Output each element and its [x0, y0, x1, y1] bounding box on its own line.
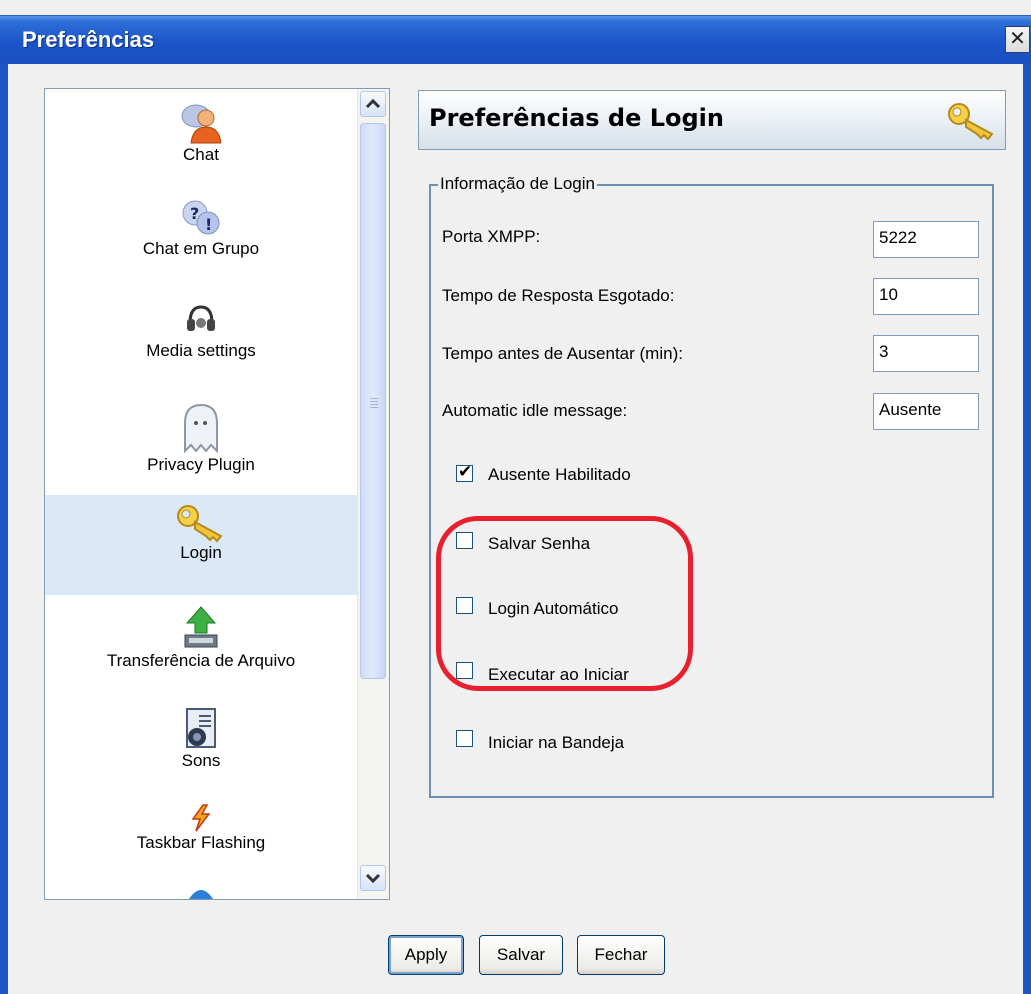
chat-icon — [181, 104, 222, 144]
nav-item-label: Chat em Grupo — [142, 239, 260, 258]
highlight-annotation — [436, 516, 693, 691]
nav-item-label: Taskbar Flashing — [136, 833, 266, 852]
start-in-tray-label[interactable]: Iniciar na Bandeja — [488, 733, 624, 753]
preferences-nav: Chat ? ! Chat em Grupo Media settings Pr… — [44, 88, 390, 900]
nav-item-label: Transferência de Arquivo — [106, 651, 296, 670]
xmpp-port-field[interactable]: 5222 — [873, 221, 979, 258]
lightning-icon — [191, 804, 211, 832]
window-frame-right — [1023, 63, 1031, 994]
nav-item-sounds[interactable]: Sons — [45, 707, 357, 797]
nav-item-taskbar-flashing[interactable]: Taskbar Flashing — [45, 803, 357, 883]
section-title: Preferências de Login — [429, 104, 724, 132]
thumb-grip — [370, 404, 378, 405]
away-enabled-checkbox[interactable]: ✔ — [456, 462, 473, 482]
xmpp-port-label: Porta XMPP: — [442, 227, 541, 246]
nav-item-label: Privacy Plugin — [147, 455, 255, 474]
thumb-grip — [370, 401, 378, 402]
nav-item-login[interactable]: Login — [45, 495, 357, 595]
window-frame-left — [0, 63, 8, 994]
group-chat-icon: ? ! — [182, 200, 220, 235]
ghost-icon — [184, 403, 218, 454]
scroll-thumb[interactable] — [360, 123, 386, 679]
idle-time-label: Tempo antes de Ausentar (min): — [442, 344, 683, 363]
key-icon — [948, 103, 994, 141]
close-window-button[interactable]: ✕ — [1005, 26, 1030, 53]
chevron-down-icon — [365, 873, 381, 884]
thumb-grip — [370, 398, 378, 399]
scroll-up-button[interactable] — [360, 91, 386, 117]
nav-item-label: Media settings — [146, 341, 256, 360]
svg-text:!: ! — [205, 215, 212, 234]
checkmark-icon: ✔ — [458, 462, 473, 481]
login-info-legend: Informação de Login — [438, 174, 597, 194]
response-timeout-field[interactable]: 10 — [873, 278, 979, 315]
idle-message-label: Automatic idle message: — [442, 401, 628, 420]
nav-item-group-chat[interactable]: ? ! Chat em Grupo — [45, 197, 357, 289]
login-info-group — [429, 184, 994, 798]
nav-item-media-settings[interactable]: Media settings — [45, 301, 357, 391]
nav-scrollbar[interactable] — [357, 89, 389, 899]
sound-icon — [186, 708, 216, 748]
title-bar[interactable]: Preferências ✕ — [0, 15, 1031, 64]
chevron-up-icon — [365, 98, 381, 109]
window-title: Preferências — [22, 27, 155, 52]
headset-icon — [187, 305, 215, 331]
idle-time-field[interactable]: 3 — [873, 335, 979, 372]
nav-item-label: Login — [180, 543, 222, 562]
section-header: Preferências de Login — [418, 90, 1006, 150]
nav-item-file-transfer[interactable]: Transferência de Arquivo — [45, 605, 357, 697]
response-timeout-label: Tempo de Resposta Esgotado: — [442, 286, 675, 305]
thumb-grip — [370, 407, 378, 408]
more-items-icon — [189, 890, 213, 899]
idle-message-field[interactable]: Ausente — [873, 393, 979, 430]
file-transfer-icon — [184, 606, 218, 648]
scroll-down-button[interactable] — [360, 865, 386, 891]
close-icon: ✕ — [1009, 28, 1026, 50]
away-enabled-label[interactable]: Ausente Habilitado — [488, 465, 631, 485]
apply-button[interactable]: Apply — [388, 935, 464, 975]
nav-item-label: Sons — [181, 751, 221, 770]
nav-item-privacy-plugin[interactable]: Privacy Plugin — [45, 401, 357, 493]
close-button[interactable]: Fechar — [577, 935, 665, 975]
preferences-window: Preferências ✕ Chat ? ! Chat em Grupo Me… — [0, 0, 1031, 994]
key-icon — [177, 505, 223, 543]
nav-item-chat[interactable]: Chat — [45, 99, 357, 191]
start-in-tray-checkbox[interactable] — [456, 730, 473, 747]
nav-item-label: Chat — [183, 145, 219, 164]
save-button[interactable]: Salvar — [479, 935, 563, 975]
